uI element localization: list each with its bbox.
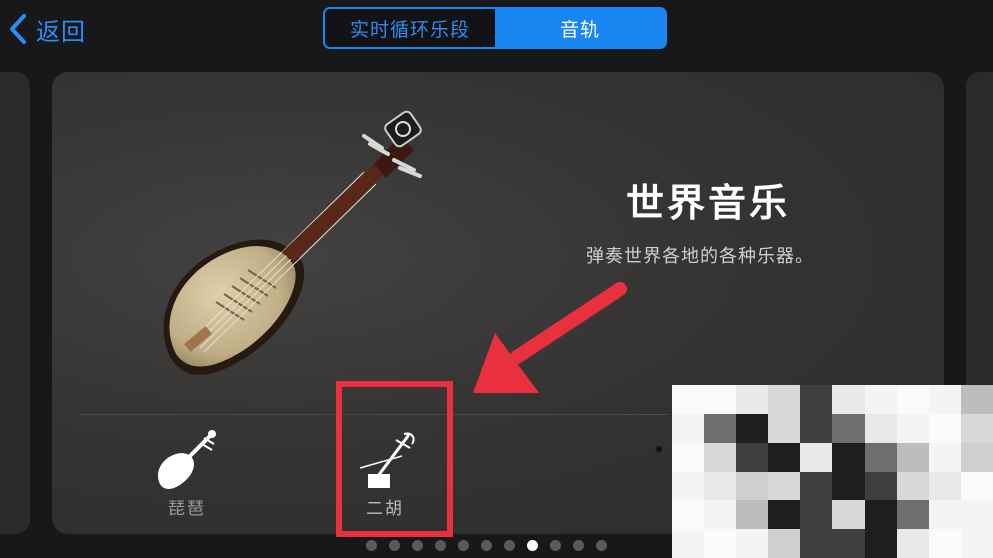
mosaic-cell [672,500,705,530]
page-dot[interactable] [527,540,538,551]
instrument-label-pipa: 琵琶 [168,499,206,519]
mosaic-cell [832,500,865,530]
mosaic-cell [768,442,801,472]
mosaic-cell [768,529,801,558]
mosaic-cell [832,413,865,443]
mosaic-cell [672,529,705,558]
mosaic-cell [832,442,865,472]
previous-card[interactable] [0,72,30,534]
mosaic-cell [800,442,833,472]
marker-dot [656,446,662,452]
mosaic-cell [864,529,897,558]
app-screen: 返回 实时循环乐段 音轨 世界音乐 弹奏世界各地的各种乐器。 琵琶 二胡 [0,0,993,558]
mosaic-cell [704,385,737,414]
top-bar: 返回 实时循环乐段 音轨 [0,0,993,60]
page-dot[interactable] [435,540,446,551]
mosaic-cell [864,385,897,414]
mosaic-cell [704,442,737,472]
annotation-highlight-box [336,381,453,537]
mosaic-cell [960,471,993,501]
page-dot[interactable] [596,540,607,551]
pipa-illustration [163,110,422,375]
page-dot[interactable] [366,540,377,551]
page-dot[interactable] [412,540,423,551]
mosaic-cell [800,500,833,530]
card-subtitle: 弹奏世界各地的各种乐器。 [586,246,814,267]
chevron-left-icon [10,14,26,44]
mosaic-cell [960,529,993,558]
mosaic-cell [960,385,993,414]
mosaic-cell [864,500,897,530]
mosaic-cell [864,471,897,501]
page-dot[interactable] [458,540,469,551]
mosaic-cell [736,471,769,501]
mosaic-cell [864,413,897,443]
mosaic-cell [672,385,705,414]
card-title: 世界音乐 [626,181,791,225]
mosaic-cell [896,442,929,472]
back-label: 返回 [36,17,86,46]
page-dot[interactable] [504,540,515,551]
mosaic-cell [896,471,929,501]
mosaic-cell [960,413,993,443]
mosaic-cell [768,413,801,443]
mosaic-cell [736,500,769,530]
segmented-control: 实时循环乐段 音轨 [323,7,667,49]
segment-tracks[interactable]: 音轨 [495,9,665,47]
annotation-arrow-icon [473,282,627,393]
mosaic-cell [896,529,929,558]
mosaic-cell [768,500,801,530]
mosaic-cell [896,413,929,443]
mosaic-cell [960,442,993,472]
page-dot[interactable] [573,540,584,551]
mosaic-cell [768,471,801,501]
mosaic-cell [832,529,865,558]
mosaic-cell [736,413,769,443]
mosaic-cell [768,385,801,414]
mosaic-cell [832,385,865,414]
mosaic-cell [800,385,833,414]
pipa-icon [157,430,216,489]
segment-live-loops[interactable]: 实时循环乐段 [325,9,495,47]
mosaic-cell [672,442,705,472]
mosaic-cell [928,500,961,530]
mosaic-cell [800,471,833,501]
page-indicator[interactable] [366,540,607,551]
mosaic-cell [672,413,705,443]
mosaic-cell [928,529,961,558]
mosaic-cell [800,413,833,443]
mosaic-cell [864,442,897,472]
mosaic-cell [704,413,737,443]
mosaic-cell [928,413,961,443]
mosaic-cell [736,442,769,472]
mosaic-cell [736,529,769,558]
mosaic-cell [736,385,769,414]
page-dot[interactable] [389,540,400,551]
mosaic-cell [704,471,737,501]
page-dot[interactable] [481,540,492,551]
mosaic-cell [928,385,961,414]
mosaic-cell [672,471,705,501]
mosaic-cell [832,471,865,501]
instrument-option-pipa[interactable]: 琵琶 [132,424,242,524]
back-button[interactable]: 返回 [8,12,86,46]
pixelated-redaction [672,385,993,558]
mosaic-cell [800,529,833,558]
mosaic-cell [928,442,961,472]
mosaic-cell [896,385,929,414]
mosaic-cell [704,500,737,530]
mosaic-cell [928,471,961,501]
mosaic-cell [704,529,737,558]
mosaic-cell [960,500,993,530]
mosaic-cell [896,500,929,530]
page-dot[interactable] [550,540,561,551]
